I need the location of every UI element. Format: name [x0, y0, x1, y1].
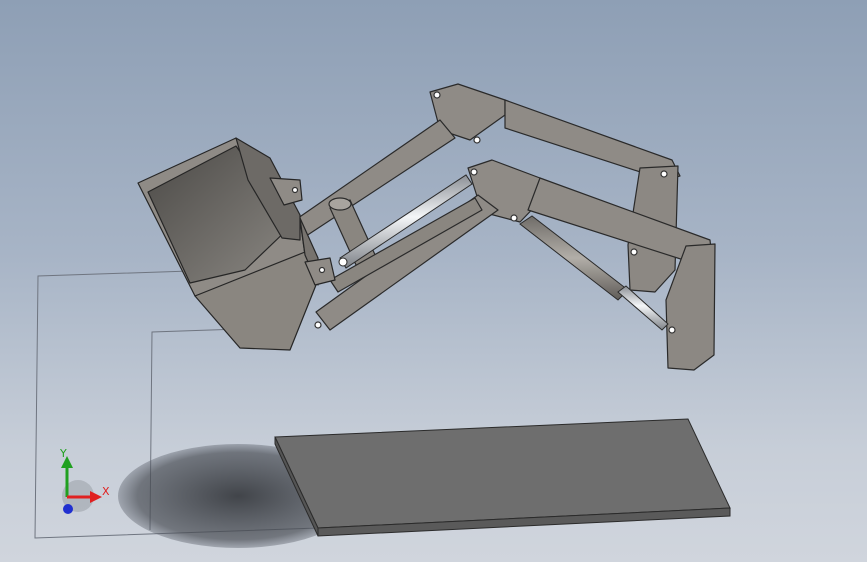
- loader-bucket[interactable]: [137, 137, 336, 351]
- triad-y-label: Y: [59, 447, 67, 460]
- cad-scene[interactable]: Y X: [0, 0, 867, 562]
- triad-x-label: X: [102, 485, 110, 498]
- graphics-viewport[interactable]: Y X: [0, 0, 867, 562]
- ground-plate[interactable]: [274, 418, 731, 537]
- coordinate-triad-icon[interactable]: Y X: [59, 447, 110, 514]
